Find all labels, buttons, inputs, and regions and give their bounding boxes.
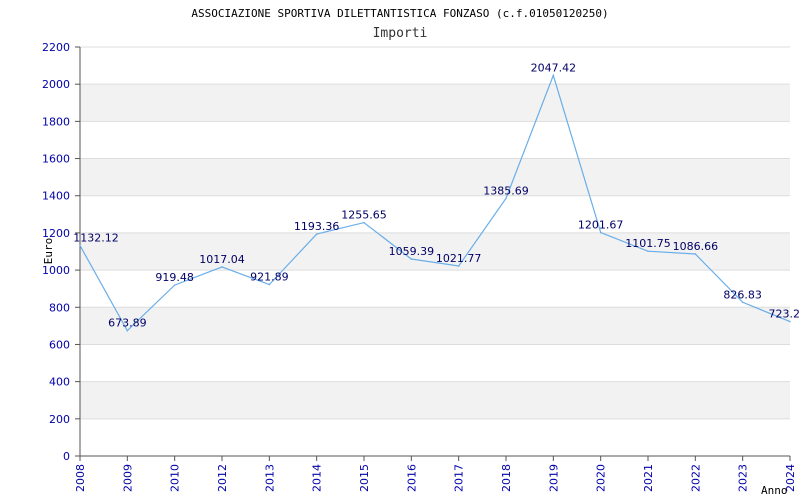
x-tick-label: 2017	[453, 464, 466, 492]
y-tick-label: 1600	[42, 153, 70, 166]
x-tick-label: 2013	[263, 464, 276, 492]
data-label: 1385.69	[483, 184, 529, 197]
data-point	[694, 253, 697, 255]
x-axis-title: Anno	[761, 484, 788, 497]
x-tick-label: 2021	[642, 464, 655, 492]
data-label: 723.2	[769, 308, 800, 321]
y-tick-label: 400	[49, 376, 70, 389]
y-tick-label: 800	[49, 301, 70, 314]
data-label: 1132.12	[73, 232, 119, 245]
data-point	[126, 329, 129, 332]
data-point	[363, 221, 365, 224]
data-point	[457, 265, 460, 267]
x-tick-label: 2009	[121, 464, 134, 492]
y-tick-label: 1400	[42, 190, 70, 203]
data-label: 1017.04	[199, 253, 245, 266]
data-point	[173, 284, 176, 286]
grid-band	[80, 158, 790, 196]
data-point	[552, 74, 555, 77]
data-label: 826.83	[723, 288, 762, 301]
y-tick-label: 600	[49, 338, 70, 351]
x-tick-label: 2022	[689, 464, 702, 492]
x-tick-label: 2008	[74, 464, 87, 492]
chart-title: ASSOCIAZIONE SPORTIVA DILETTANTISTICA FO…	[191, 7, 608, 20]
y-tick-label: 2000	[42, 78, 70, 91]
data-label: 921.89	[250, 271, 289, 284]
data-point	[741, 301, 744, 304]
y-axis-title: Euro	[42, 238, 55, 265]
data-label: 1201.67	[578, 219, 624, 232]
data-label: 1193.36	[294, 220, 340, 233]
x-tick-labels: 2008 2009 2010 2012 2013 2014 2015 2016 2017 2018…	[74, 456, 797, 492]
data-label: 1101.75	[625, 237, 671, 250]
grid-band	[80, 84, 790, 122]
data-label: 1086.66	[673, 240, 719, 253]
chart-subtitle: Importi	[373, 26, 428, 41]
data-label: 1021.77	[436, 252, 482, 265]
y-tick-label: 1000	[42, 264, 70, 277]
data-label: 1255.65	[341, 209, 387, 222]
data-point	[599, 231, 602, 234]
data-label: 1059.39	[389, 245, 435, 258]
x-tick-label: 2014	[311, 464, 324, 492]
line-chart: 0200400600800100012001400160018002000220…	[42, 7, 800, 497]
y-tick-label: 1800	[42, 115, 70, 128]
data-label: 2047.42	[531, 61, 577, 74]
data-point	[268, 283, 271, 286]
data-point	[505, 197, 507, 200]
grid-band	[80, 381, 790, 419]
x-tick-label: 2015	[358, 464, 371, 492]
grid-band	[80, 307, 790, 345]
data-point	[410, 258, 413, 260]
data-point	[79, 244, 81, 247]
data-point	[221, 266, 223, 268]
chart-root: 0 200 400 600 800 1000 1200 1400 1600 1800 2000 220…	[0, 0, 800, 500]
x-tick-label: 2020	[595, 464, 608, 492]
y-tick-label: 2200	[42, 41, 70, 54]
x-tick-label: 2012	[216, 464, 229, 492]
data-point	[315, 233, 318, 235]
data-point	[647, 250, 649, 252]
x-tick-label: 2019	[547, 464, 560, 492]
data-point	[789, 320, 791, 323]
y-tick-label: 0	[63, 450, 70, 463]
x-tick-label: 2023	[737, 464, 750, 492]
data-label: 673.89	[108, 317, 147, 330]
data-label: 919.48	[155, 271, 194, 284]
y-tick-label: 200	[49, 413, 70, 426]
x-tick-label: 2010	[169, 464, 182, 492]
x-tick-label: 2016	[405, 464, 418, 492]
x-tick-label: 2018	[500, 464, 513, 492]
